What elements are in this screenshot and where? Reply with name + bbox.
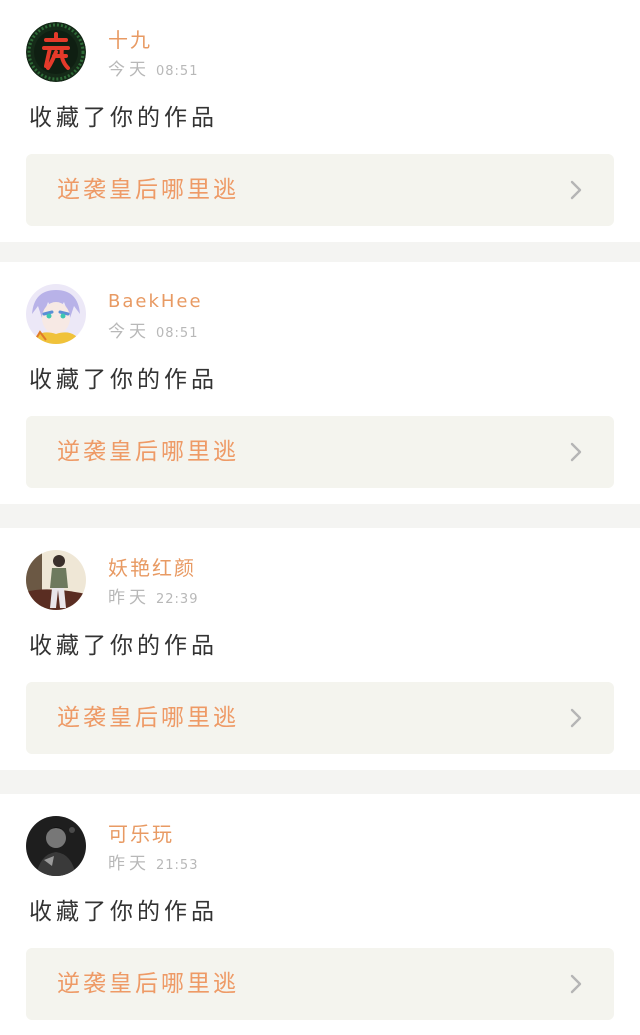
work-link[interactable]: 逆袭皇后哪里逃	[26, 416, 614, 488]
work-link[interactable]: 逆袭皇后哪里逃	[26, 682, 614, 754]
notification-card: 十九 今天 08:51 收藏了你的作品 逆袭皇后哪里逃	[0, 0, 640, 242]
timestamp-day: 昨天	[108, 854, 150, 874]
avatar[interactable]	[26, 816, 86, 876]
notification-card: BaekHee 今天 08:51 收藏了你的作品 逆袭皇后哪里逃	[0, 262, 640, 504]
timestamp-time: 08:51	[156, 326, 199, 341]
notification-card: 妖艳红颜 昨天 22:39 收藏了你的作品 逆袭皇后哪里逃	[0, 528, 640, 770]
work-title: 逆袭皇后哪里逃	[57, 177, 239, 203]
timestamp-time: 22:39	[156, 592, 199, 607]
dark-photo-avatar-icon	[26, 816, 86, 876]
timestamp: 昨天 21:53	[108, 853, 198, 877]
timestamp: 今天 08:51	[108, 321, 198, 345]
timestamp-day: 今天	[108, 322, 150, 342]
chevron-right-icon	[570, 974, 582, 994]
timestamp-day: 今天	[108, 60, 150, 80]
work-title: 逆袭皇后哪里逃	[57, 971, 239, 997]
username[interactable]: BaekHee	[108, 289, 203, 315]
username[interactable]: 十九	[108, 27, 152, 53]
work-link[interactable]: 逆袭皇后哪里逃	[26, 948, 614, 1020]
notification-feed: 十九 今天 08:51 收藏了你的作品 逆袭皇后哪里逃 BaekHee 今天 0…	[0, 0, 640, 1035]
work-link[interactable]: 逆袭皇后哪里逃	[26, 154, 614, 226]
action-text: 收藏了你的作品	[29, 899, 218, 925]
notification-card: 可乐玩 昨天 21:53 收藏了你的作品 逆袭皇后哪里逃	[0, 794, 640, 1035]
timestamp-day: 昨天	[108, 588, 150, 608]
person-photo-avatar-icon	[26, 550, 86, 610]
timestamp: 昨天 22:39	[108, 587, 198, 611]
chevron-right-icon	[570, 180, 582, 200]
action-text: 收藏了你的作品	[29, 105, 218, 131]
action-text: 收藏了你的作品	[29, 633, 218, 659]
night-character-avatar-icon	[26, 22, 86, 82]
work-title: 逆袭皇后哪里逃	[57, 439, 239, 465]
timestamp: 今天 08:51	[108, 59, 198, 83]
anime-character-avatar-icon	[26, 284, 86, 344]
work-title: 逆袭皇后哪里逃	[57, 705, 239, 731]
username[interactable]: 妖艳红颜	[108, 555, 196, 581]
timestamp-time: 08:51	[156, 64, 199, 79]
avatar[interactable]	[26, 22, 86, 82]
chevron-right-icon	[570, 442, 582, 462]
timestamp-time: 21:53	[156, 858, 199, 873]
action-text: 收藏了你的作品	[29, 367, 218, 393]
chevron-right-icon	[570, 708, 582, 728]
username[interactable]: 可乐玩	[108, 821, 174, 847]
avatar[interactable]	[26, 550, 86, 610]
avatar[interactable]	[26, 284, 86, 344]
